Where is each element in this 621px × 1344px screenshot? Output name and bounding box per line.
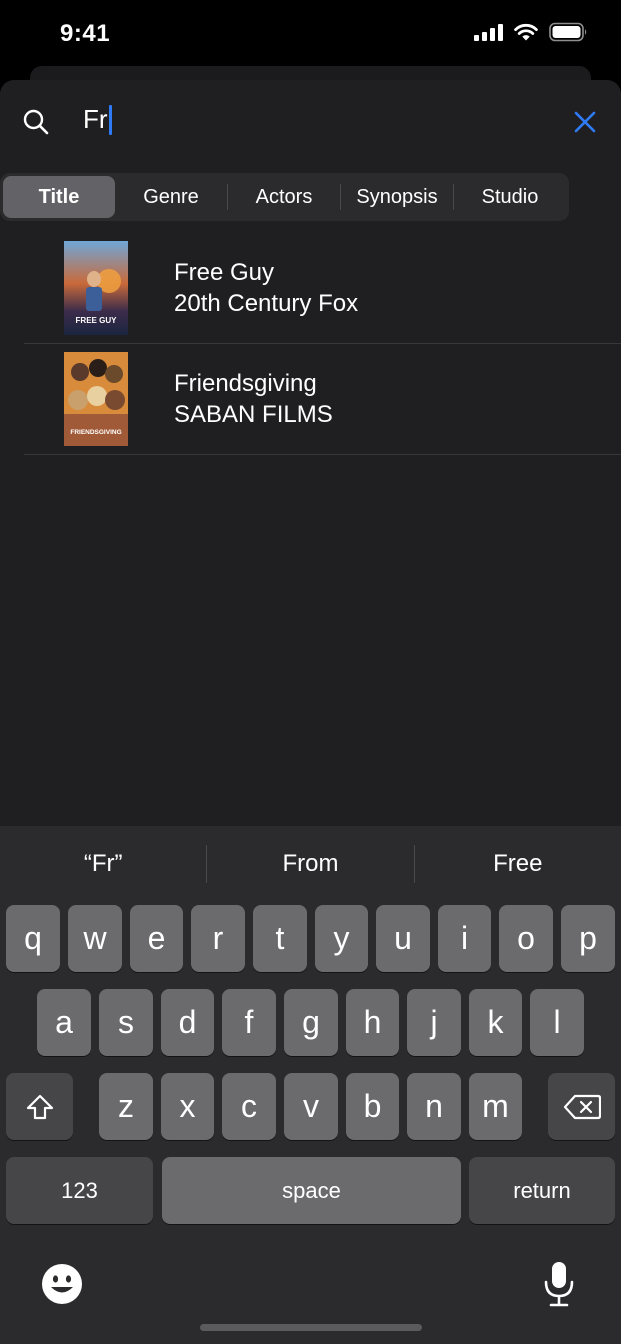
predictive-text-bar: “Fr” From Free (0, 826, 621, 902)
scope-tab-title[interactable]: Title (3, 176, 115, 218)
shift-icon (26, 1094, 53, 1119)
return-key[interactable]: return (469, 1157, 615, 1224)
key-x[interactable]: x (161, 1073, 214, 1140)
key-z[interactable]: z (99, 1073, 153, 1140)
search-input[interactable]: Fr (83, 104, 112, 135)
space-key[interactable]: space (162, 1157, 461, 1224)
text-caret (108, 104, 112, 135)
result-text: Free Guy 20th Century Fox (174, 257, 358, 319)
key-d[interactable]: d (161, 989, 214, 1056)
key-b[interactable]: b (346, 1073, 399, 1140)
scope-tab-studio[interactable]: Studio (454, 176, 566, 218)
key-t[interactable]: t (253, 905, 307, 972)
poster-title: FREE GUY (76, 316, 118, 325)
movie-studio: SABAN FILMS (174, 401, 333, 428)
result-text: Friendsgiving SABAN FILMS (174, 368, 333, 430)
suggestion-3[interactable]: Free (415, 850, 621, 878)
key-k[interactable]: k (469, 989, 522, 1056)
key-u[interactable]: u (376, 905, 430, 972)
suggestion-2[interactable]: From (207, 850, 413, 878)
key-y[interactable]: y (315, 905, 368, 972)
wifi-icon (514, 23, 538, 41)
list-item[interactable]: FRIENDSGIVING Friendsgiving SABAN FILMS (24, 344, 621, 455)
key-n[interactable]: n (407, 1073, 461, 1140)
key-w[interactable]: w (68, 905, 122, 972)
key-l[interactable]: l (530, 989, 584, 1056)
delete-key[interactable] (548, 1073, 615, 1140)
key-r[interactable]: r (191, 905, 245, 972)
key-c[interactable]: c (222, 1073, 276, 1140)
search-results-list: FREE GUY Free Guy 20th Century Fox FRIEN… (24, 233, 621, 455)
key-i[interactable]: i (438, 905, 491, 972)
search-icon (23, 109, 49, 135)
suggestion-1[interactable]: “Fr” (0, 850, 206, 878)
scope-tab-actors[interactable]: Actors (228, 176, 340, 218)
search-query-text: Fr (83, 104, 108, 134)
home-indicator[interactable] (200, 1324, 422, 1331)
search-scope-segmented-control: Title Genre Actors Synopsis Studio (0, 173, 569, 221)
key-v[interactable]: v (284, 1073, 338, 1140)
close-icon[interactable] (571, 108, 599, 136)
key-o[interactable]: o (499, 905, 553, 972)
search-bar: Fr (0, 80, 621, 164)
poster-title: FRIENDSGIVING (70, 429, 121, 436)
movie-title: Friendsgiving (174, 370, 317, 397)
movie-title: Free Guy (174, 259, 275, 286)
key-q[interactable]: q (6, 905, 60, 972)
key-h[interactable]: h (346, 989, 399, 1056)
backspace-icon (563, 1094, 601, 1119)
key-g[interactable]: g (284, 989, 338, 1056)
movie-poster: FRIENDSGIVING (64, 352, 128, 446)
key-p[interactable]: p (561, 905, 615, 972)
shift-key[interactable] (6, 1073, 73, 1140)
cellular-signal-icon (474, 23, 503, 41)
battery-icon (549, 22, 587, 42)
scope-tab-synopsis[interactable]: Synopsis (341, 176, 453, 218)
movie-studio: 20th Century Fox (174, 290, 359, 317)
key-e[interactable]: e (130, 905, 183, 972)
key-f[interactable]: f (222, 989, 276, 1056)
key-j[interactable]: j (407, 989, 461, 1056)
keyboard: “Fr” From Free q w e r t y u i o p a s d… (0, 826, 621, 1344)
status-bar: 9:41 (0, 0, 621, 66)
numbers-key[interactable]: 123 (6, 1157, 153, 1224)
scope-tab-genre[interactable]: Genre (115, 176, 227, 218)
movie-poster: FREE GUY (64, 241, 128, 335)
key-s[interactable]: s (99, 989, 153, 1056)
list-item[interactable]: FREE GUY Free Guy 20th Century Fox (24, 233, 621, 344)
status-time: 9:41 (60, 20, 111, 47)
microphone-icon[interactable] (540, 1260, 578, 1308)
key-a[interactable]: a (37, 989, 91, 1056)
status-icons (474, 22, 589, 42)
key-m[interactable]: m (469, 1073, 522, 1140)
emoji-icon[interactable] (40, 1262, 84, 1306)
